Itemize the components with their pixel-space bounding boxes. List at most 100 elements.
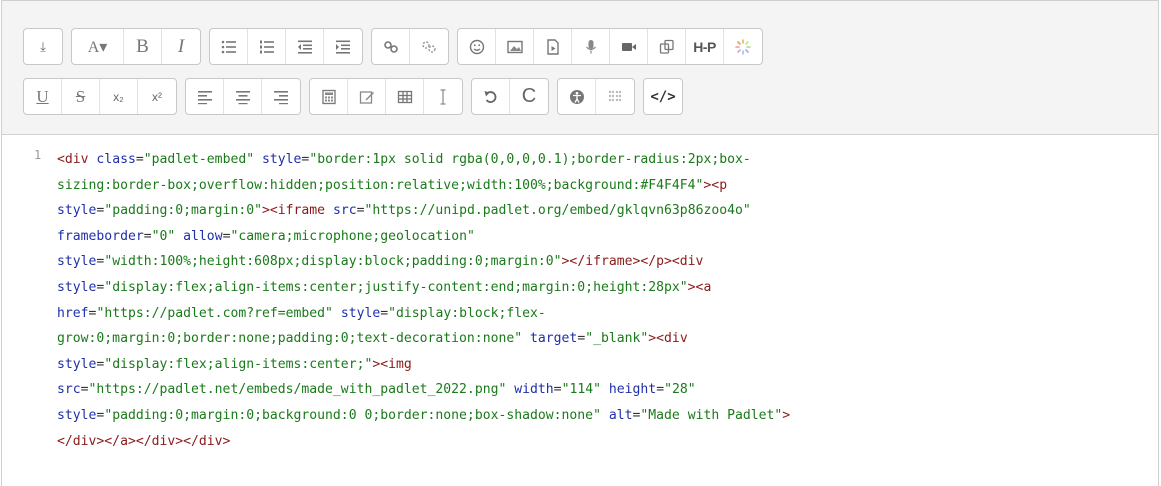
code-token: "display:block;flex- bbox=[388, 305, 546, 321]
code-token: = bbox=[135, 152, 144, 167]
undo-icon bbox=[484, 90, 496, 103]
align-center-button[interactable] bbox=[224, 79, 262, 114]
code-token: <div bbox=[57, 152, 97, 167]
code-token: = bbox=[80, 382, 89, 398]
unlink-button[interactable] bbox=[410, 29, 448, 64]
code-token: "width:100%;height:608px;display:block;p… bbox=[104, 254, 562, 270]
spinner-icon bbox=[735, 38, 751, 55]
equation-button[interactable] bbox=[310, 79, 348, 114]
strikethrough-button[interactable]: S bbox=[62, 79, 100, 114]
code-editor-area[interactable]: 1 <div class="padlet-embed" style="borde… bbox=[2, 137, 1158, 486]
redo-button[interactable]: C bbox=[510, 79, 548, 114]
italic-button[interactable]: I bbox=[162, 29, 200, 64]
code-token: "_blank" bbox=[585, 331, 649, 347]
code-token: ><div bbox=[648, 331, 688, 347]
code-line: style="padding:0;margin:0"><iframe src="… bbox=[57, 198, 1147, 224]
toolbar-toggle-icon: ⤓ bbox=[40, 38, 46, 54]
code-token: = bbox=[656, 382, 665, 398]
code-token: target bbox=[530, 331, 578, 347]
toolbar-group-text-style: A▾ B I bbox=[71, 28, 201, 65]
underline-icon: U bbox=[36, 86, 49, 106]
code-line: sizing:border-box;overflow:hidden;positi… bbox=[57, 173, 1147, 199]
code-token: class bbox=[96, 152, 136, 167]
code-token: ></iframe></p><div bbox=[561, 254, 704, 270]
calculator-icon bbox=[321, 89, 336, 104]
microphone-icon bbox=[585, 39, 596, 53]
code-line: href = "https://padlet.com?ref=embed" styl… bbox=[57, 301, 1147, 327]
code-token: style bbox=[57, 203, 97, 219]
unordered-list-button[interactable] bbox=[210, 29, 248, 64]
code-token: "camera;microphone;geolocation" bbox=[230, 228, 475, 244]
table-button[interactable] bbox=[386, 79, 424, 114]
code-token: style bbox=[57, 279, 97, 295]
code-token: "https://padlet.net/embeds/made_with_pad… bbox=[88, 382, 507, 398]
html-code-icon: </> bbox=[650, 88, 676, 105]
code-token: src bbox=[57, 382, 81, 398]
outdent-icon bbox=[297, 40, 312, 54]
undo-button[interactable] bbox=[472, 79, 510, 114]
code-token: href bbox=[57, 305, 89, 321]
toolbar-group-lists bbox=[209, 28, 363, 65]
braille-grid-icon bbox=[608, 90, 622, 101]
code-token: style bbox=[57, 356, 97, 372]
code-token: width bbox=[514, 382, 554, 398]
code-line: style="display:flex;align-items:center;"… bbox=[57, 352, 1147, 378]
code-token: src bbox=[332, 203, 357, 219]
special-character-button[interactable] bbox=[348, 79, 386, 114]
code-token: = bbox=[553, 382, 562, 398]
record-video-button[interactable] bbox=[610, 29, 648, 64]
toolbar-toggle-button[interactable]: ⤓ bbox=[24, 29, 62, 64]
link-icon bbox=[383, 40, 398, 53]
code-line: </div></a></div></div> bbox=[57, 429, 1147, 455]
toolbar-row-2: U S x₂ x² C </> bbox=[23, 78, 683, 115]
superscript-button[interactable]: x² bbox=[138, 79, 176, 114]
underline-button[interactable]: U bbox=[24, 79, 62, 114]
align-left-button[interactable] bbox=[186, 79, 224, 114]
code-token: height bbox=[608, 382, 657, 398]
copy-files-icon bbox=[659, 39, 674, 54]
accessibility-checker-button[interactable] bbox=[558, 79, 596, 114]
code-token: "display:flex;align-items:center;justify… bbox=[104, 279, 688, 295]
align-right-button[interactable] bbox=[262, 79, 300, 114]
spinner-button[interactable] bbox=[724, 29, 762, 64]
toolbar-group-history: C bbox=[471, 78, 549, 115]
strikethrough-icon: S bbox=[75, 86, 86, 106]
h5p-button[interactable]: H-P bbox=[686, 29, 724, 64]
link-button[interactable] bbox=[372, 29, 410, 64]
html-source-button[interactable]: </> bbox=[644, 79, 682, 114]
indent-button[interactable] bbox=[324, 29, 362, 64]
code-token: </div></a></div></div> bbox=[57, 433, 231, 449]
italic-icon: I bbox=[177, 35, 185, 57]
code-token: "0" bbox=[151, 228, 176, 244]
source-code[interactable]: <div class="padlet-embed" style="border:… bbox=[57, 147, 1147, 454]
unordered-list-icon bbox=[221, 40, 236, 53]
ordered-list-icon bbox=[259, 40, 274, 53]
code-token: = bbox=[380, 305, 389, 321]
image-button[interactable] bbox=[496, 29, 534, 64]
toolbar-group-formatting: U S x₂ x² bbox=[23, 78, 177, 115]
screenreader-helper-button[interactable] bbox=[596, 79, 634, 114]
text-cursor-icon bbox=[440, 88, 446, 105]
code-token: "https://padlet.com?ref=embed" bbox=[96, 305, 333, 321]
ordered-list-button[interactable] bbox=[248, 29, 286, 64]
code-line: src="https://padlet.net/embeds/made_with… bbox=[57, 377, 1147, 403]
emoji-button[interactable] bbox=[458, 29, 496, 64]
toolbar-group-insert bbox=[309, 78, 463, 115]
subscript-button[interactable]: x₂ bbox=[100, 79, 138, 114]
code-line: <div class="padlet-embed" style="border:… bbox=[57, 147, 1147, 173]
font-color-button[interactable]: A▾ bbox=[72, 29, 124, 64]
clear-formatting-button[interactable] bbox=[424, 79, 462, 114]
indent-icon bbox=[336, 40, 350, 54]
subscript-icon: x₂ bbox=[113, 89, 124, 104]
code-token: sizing:border-box;overflow:hidden;positi… bbox=[57, 177, 704, 193]
code-token: style bbox=[57, 407, 97, 423]
bold-button[interactable]: B bbox=[124, 29, 162, 64]
code-token: allow bbox=[183, 228, 223, 244]
media-button[interactable] bbox=[534, 29, 572, 64]
outdent-button[interactable] bbox=[286, 29, 324, 64]
image-icon bbox=[506, 40, 523, 53]
manage-files-button[interactable] bbox=[648, 29, 686, 64]
record-audio-button[interactable] bbox=[572, 29, 610, 64]
